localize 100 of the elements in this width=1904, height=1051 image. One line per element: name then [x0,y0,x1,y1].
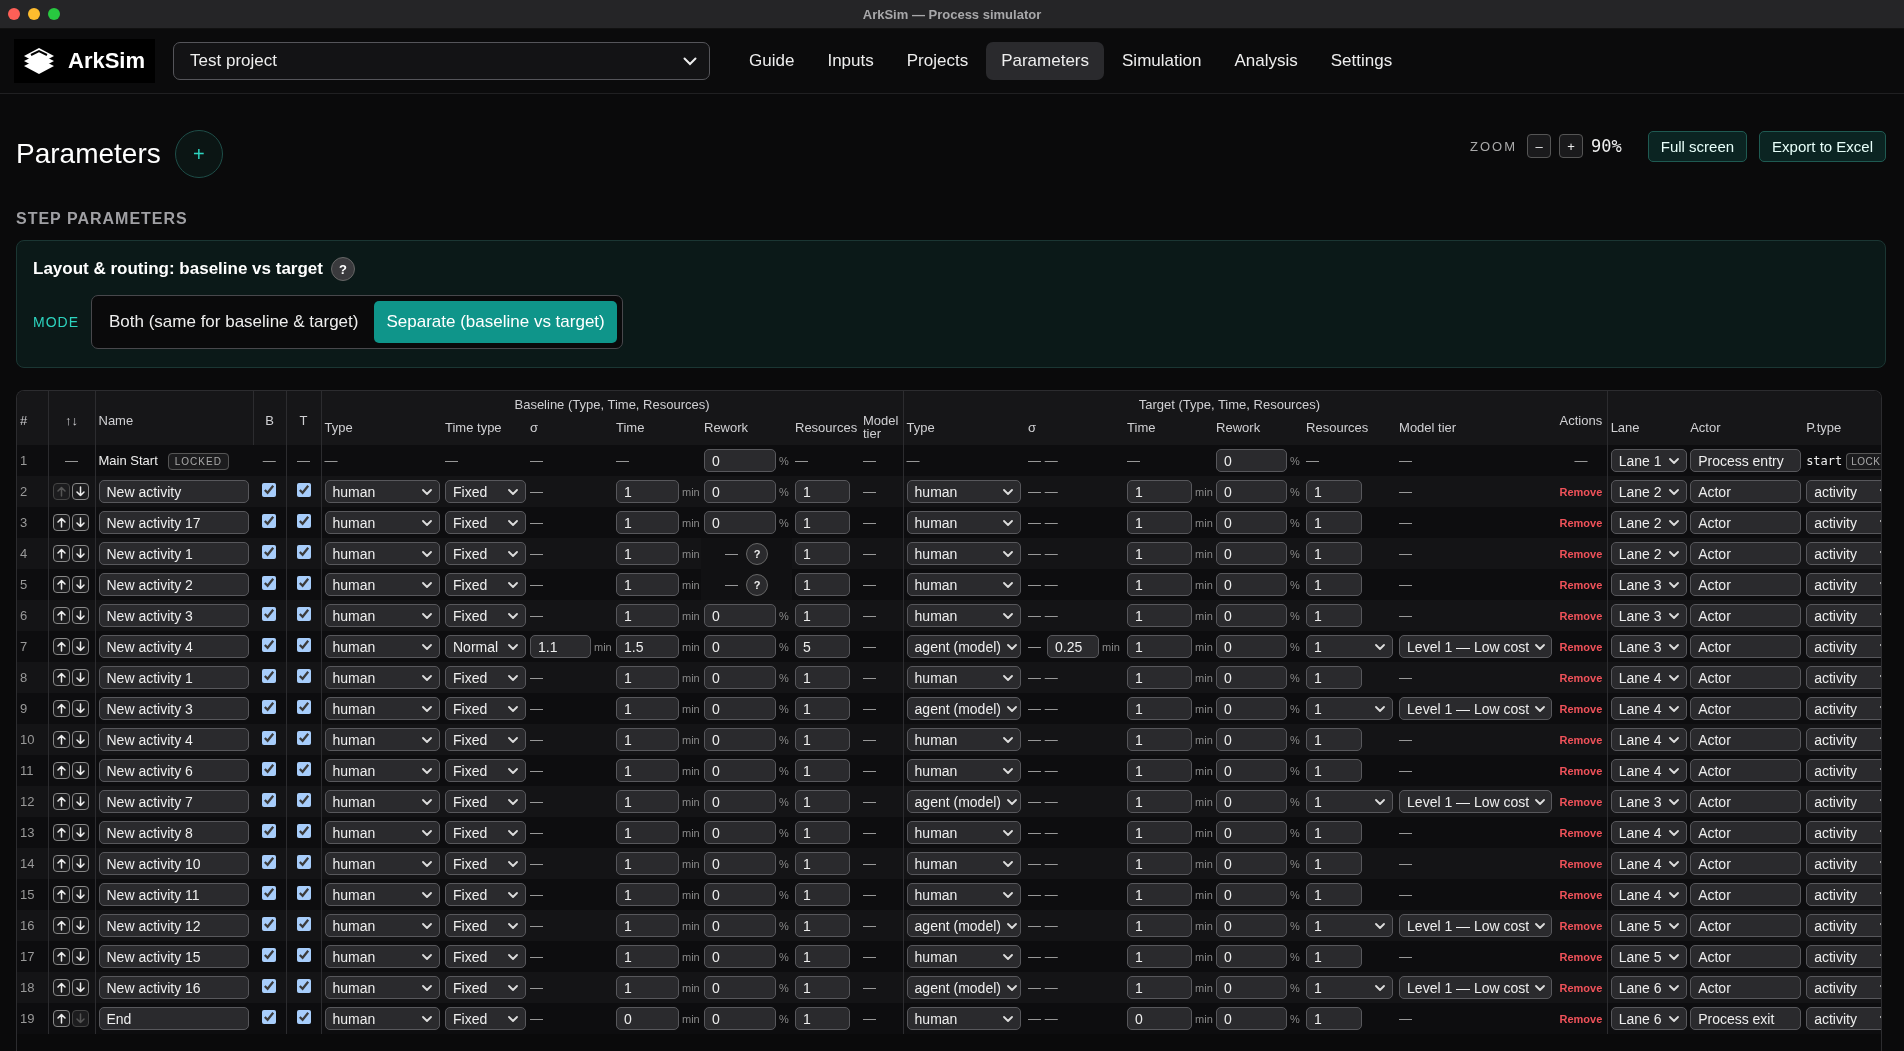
remove-link[interactable]: Remove [1559,765,1603,777]
remove-link[interactable]: Remove [1559,641,1603,653]
move-up-button[interactable] [52,762,70,780]
remove-link[interactable]: Remove [1559,703,1603,715]
name-field[interactable]: New activity [98,480,249,503]
resources-field[interactable]: 1 [1306,1007,1363,1030]
rework-field[interactable]: 0 [1216,635,1288,658]
minimize-window-button[interactable] [28,8,40,20]
model-tier-select[interactable]: Level 1 — Low cost [1399,914,1553,937]
remove-link[interactable]: Remove [1559,486,1603,498]
remove-link[interactable]: Remove [1559,889,1603,901]
process-type-select[interactable]: activity [1806,604,1881,627]
time-field[interactable]: 1 [616,976,679,999]
rework-field[interactable]: 0 [1216,604,1288,627]
move-down-button[interactable] [71,700,89,718]
name-field[interactable]: End [98,1007,249,1030]
remove-link[interactable]: Remove [1559,920,1603,932]
time-field[interactable]: 1 [616,542,679,565]
time-field[interactable]: 1 [616,666,679,689]
move-up-button[interactable] [52,638,70,656]
type-select[interactable]: human [324,759,440,782]
move-down-button[interactable] [71,669,89,687]
move-down-button[interactable] [71,824,89,842]
time-field[interactable]: 1 [616,697,679,720]
rework-field[interactable]: 0 [704,728,776,751]
move-up-button[interactable] [52,669,70,687]
actor-field[interactable]: Actor [1690,542,1802,565]
process-type-select[interactable]: activity [1806,759,1881,782]
rework-field[interactable]: 0 [704,852,776,875]
time-type-select[interactable]: Fixed [445,573,526,596]
actor-field[interactable]: Process entry [1690,449,1802,472]
lane-select[interactable]: Lane 6 [1610,976,1687,999]
checkbox[interactable] [296,483,311,497]
name-field[interactable]: New activity 3 [98,697,249,720]
actor-field[interactable]: Actor [1690,635,1802,658]
checkbox[interactable] [296,793,311,807]
rework-field[interactable]: 0 [1216,449,1288,472]
rework-field[interactable]: 0 [1216,666,1288,689]
time-field[interactable]: 1 [1127,790,1193,813]
type-select[interactable]: human [324,852,440,875]
type-select[interactable]: human [906,883,1021,906]
time-field[interactable]: 1 [1127,697,1193,720]
type-select[interactable]: human [906,759,1021,782]
time-type-select[interactable]: Fixed [445,666,526,689]
checkbox[interactable] [262,948,277,962]
resources-field[interactable]: 1 [1306,883,1363,906]
rework-field[interactable]: 0 [1216,821,1288,844]
actor-field[interactable]: Actor [1690,573,1802,596]
checkbox[interactable] [296,1010,311,1024]
move-up-button[interactable] [52,793,70,811]
type-select[interactable]: human [324,666,440,689]
actor-field[interactable]: Actor [1690,821,1802,844]
model-tier-select[interactable]: Level 1 — Low cost [1399,697,1553,720]
type-select[interactable]: human [906,852,1021,875]
resources-select[interactable]: 1 [1306,635,1394,658]
actor-field[interactable]: Actor [1690,945,1802,968]
process-type-select[interactable]: activity [1806,666,1881,689]
time-field[interactable]: 1 [1127,573,1193,596]
checkbox[interactable] [296,886,311,900]
checkbox[interactable] [262,638,277,652]
resources-field[interactable]: 1 [795,914,850,937]
type-select[interactable]: agent (model) [906,697,1021,720]
lane-select[interactable]: Lane 3 [1610,604,1687,627]
rework-field[interactable]: 0 [1216,883,1288,906]
checkbox[interactable] [262,917,277,931]
checkbox[interactable] [262,576,277,590]
time-field[interactable]: 1 [616,790,679,813]
rework-field[interactable]: 0 [1216,511,1288,534]
process-type-select[interactable]: activity [1806,914,1881,937]
time-field[interactable]: 1 [616,852,679,875]
close-window-button[interactable] [8,8,20,20]
move-up-button[interactable] [52,700,70,718]
time-type-select[interactable]: Fixed [445,945,526,968]
lane-select[interactable]: Lane 6 [1610,1007,1687,1030]
name-field[interactable]: New activity 11 [98,883,249,906]
process-type-select[interactable]: activity [1806,790,1881,813]
checkbox[interactable] [296,514,311,528]
name-field[interactable]: New activity 10 [98,852,249,875]
process-type-select[interactable]: activity [1806,635,1881,658]
actor-field[interactable]: Actor [1690,604,1802,627]
time-type-select[interactable]: Fixed [445,976,526,999]
lane-select[interactable]: Lane 2 [1610,511,1687,534]
type-select[interactable]: human [906,945,1021,968]
checkbox[interactable] [296,979,311,993]
remove-link[interactable]: Remove [1559,548,1603,560]
type-select[interactable]: human [324,821,440,844]
move-down-button[interactable] [71,855,89,873]
nav-tab[interactable]: Settings [1315,42,1408,80]
checkbox[interactable] [262,1010,277,1024]
time-field[interactable]: 1 [616,604,679,627]
name-field[interactable]: New activity 1 [98,542,249,565]
rework-field[interactable]: 0 [704,945,776,968]
remove-link[interactable]: Remove [1559,734,1603,746]
lane-select[interactable]: Lane 5 [1610,945,1687,968]
remove-link[interactable]: Remove [1559,827,1603,839]
move-down-button[interactable] [71,886,89,904]
help-button[interactable]: ? [331,257,355,281]
lane-select[interactable]: Lane 3 [1610,573,1687,596]
resources-field[interactable]: 1 [795,728,850,751]
time-type-select[interactable]: Fixed [445,914,526,937]
